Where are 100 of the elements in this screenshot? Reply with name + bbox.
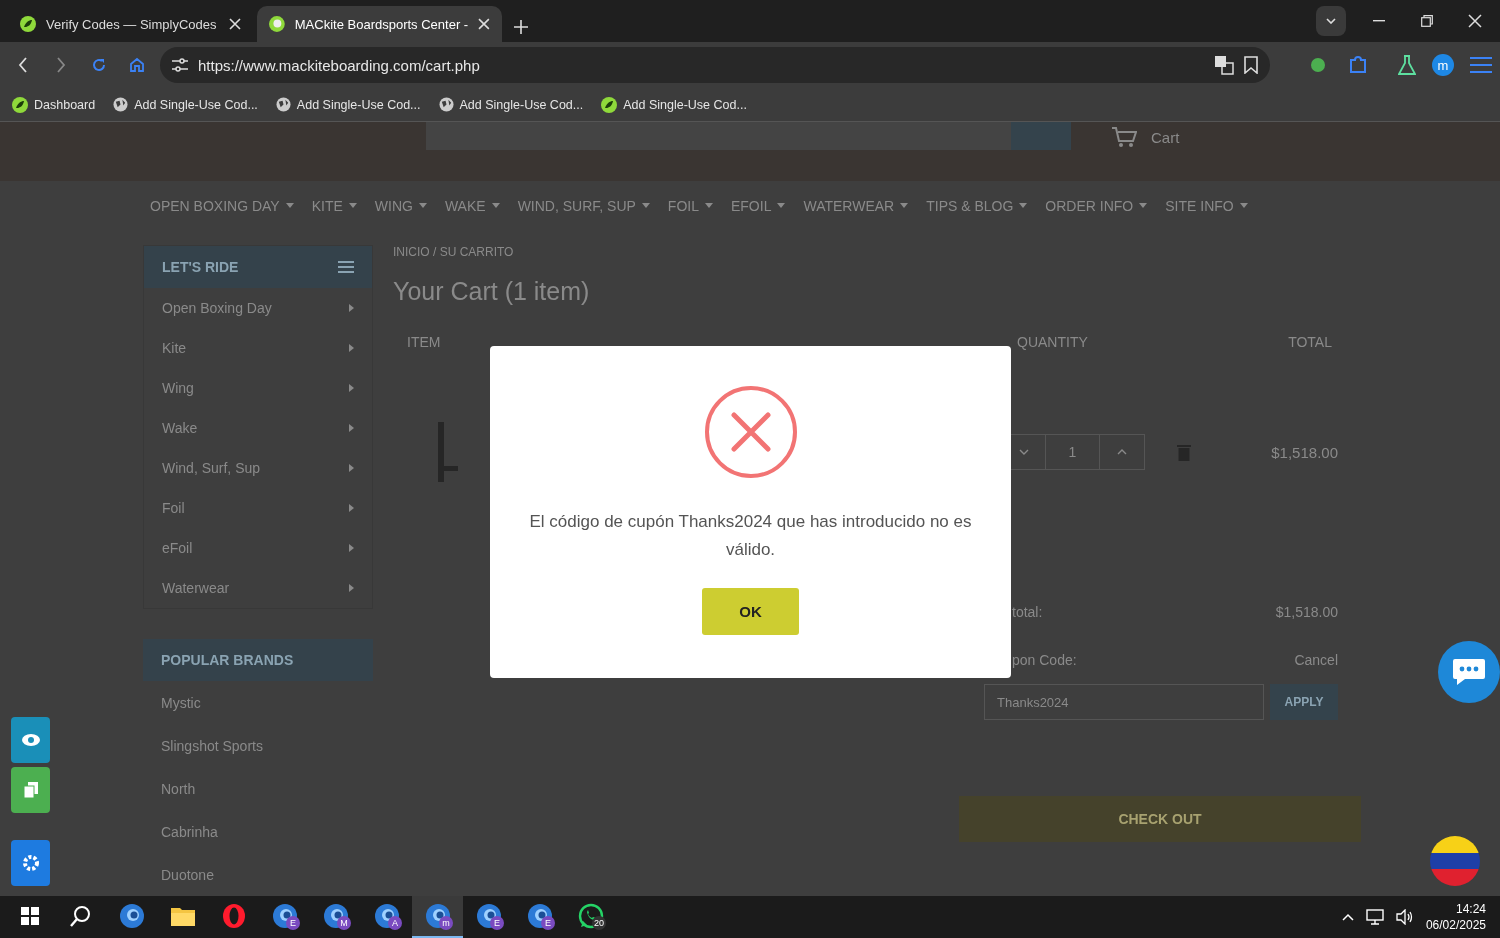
category-item[interactable]: Foil xyxy=(162,500,185,516)
category-item[interactable]: eFoil xyxy=(162,540,193,556)
caret-icon xyxy=(418,203,427,209)
nav-menu-item[interactable]: KITE xyxy=(311,197,343,214)
eye-button[interactable] xyxy=(11,717,50,763)
cart-link[interactable]: Cart xyxy=(1151,128,1180,146)
category-item[interactable]: Open Boxing Day xyxy=(162,300,272,316)
taskbar-app[interactable]: A xyxy=(361,896,412,938)
plus-icon[interactable] xyxy=(514,20,528,34)
reload-icon[interactable] xyxy=(91,57,107,73)
minimize-icon[interactable] xyxy=(1373,20,1385,22)
app-badge: m xyxy=(439,916,453,930)
close-icon[interactable] xyxy=(478,18,490,30)
settings-button[interactable] xyxy=(11,840,50,886)
site-settings-icon[interactable] xyxy=(172,58,188,72)
leaf-icon xyxy=(20,16,36,32)
nav-menu-item[interactable]: WAKE xyxy=(444,197,486,214)
category-title: LET'S RIDE xyxy=(162,259,239,275)
nav-menu-item[interactable]: WATERWEAR xyxy=(803,197,895,214)
nav-menu-item[interactable]: WIND, SURF, SUP xyxy=(517,197,636,214)
menu-icon[interactable] xyxy=(338,261,354,273)
triangle-right-icon xyxy=(349,344,354,352)
volume-icon[interactable] xyxy=(1395,909,1414,925)
brand-link[interactable]: Slingshot Sports xyxy=(143,724,373,767)
caret-icon xyxy=(705,203,713,209)
cancel-link[interactable]: Cancel xyxy=(1294,652,1338,668)
taskbar-app[interactable]: E xyxy=(514,896,565,938)
nav-menu-item[interactable]: FOIL xyxy=(667,197,699,214)
caret-icon xyxy=(1239,203,1248,209)
brand-link[interactable]: North xyxy=(143,767,373,810)
app-badge: E xyxy=(541,916,555,930)
restore-icon[interactable] xyxy=(1421,15,1433,27)
network-icon[interactable] xyxy=(1365,909,1384,925)
column-header: TOTAL xyxy=(1287,334,1333,350)
profile-avatar[interactable]: m xyxy=(1432,54,1454,76)
checkout-button[interactable]: CHECK OUT xyxy=(959,796,1361,842)
bookmark-item[interactable]: Add Single-Use Cod... xyxy=(113,97,258,112)
close-icon[interactable] xyxy=(229,18,241,30)
category-item[interactable]: Kite xyxy=(162,340,187,356)
forward-icon[interactable] xyxy=(56,57,66,73)
clock[interactable]: 14:24 06/02/2025 xyxy=(1425,901,1486,933)
ok-button[interactable]: OK xyxy=(702,588,799,635)
taskbar-app[interactable]: M xyxy=(310,896,361,938)
bookmark-item[interactable]: Dashboard xyxy=(12,96,96,113)
browser-tab[interactable]: MACkite Boardsports Center - xyxy=(257,6,502,42)
app-badge: E xyxy=(490,916,504,930)
triangle-right-icon xyxy=(349,464,354,472)
browser-tab[interactable]: Verify Codes — SimplyCodes xyxy=(8,6,253,42)
back-icon[interactable] xyxy=(18,57,28,73)
taskbar-app[interactable]: E xyxy=(259,896,310,938)
cart-title: Your Cart (1 item) xyxy=(393,277,590,306)
triangle-right-icon xyxy=(349,504,354,512)
apply-button[interactable]: APPLY xyxy=(1270,684,1338,720)
tab-search-button[interactable] xyxy=(1316,6,1346,36)
category-item[interactable]: Wake xyxy=(162,420,198,436)
eye-icon xyxy=(20,733,41,747)
home-icon[interactable] xyxy=(129,57,145,73)
browser-icon xyxy=(118,903,145,929)
app-badge: A xyxy=(388,916,402,930)
caret-icon xyxy=(641,203,650,209)
breadcrumb[interactable]: INICIO / SU CARRITO xyxy=(393,245,514,259)
category-item[interactable]: Wind, Surf, Sup xyxy=(162,460,261,476)
nav-menu-item[interactable]: ORDER INFO xyxy=(1045,197,1134,214)
address-bar[interactable]: https://www.mackiteboarding.com/cart.php xyxy=(160,47,1270,83)
opera-icon xyxy=(221,904,246,928)
copy-button[interactable] xyxy=(11,767,50,813)
bookmark-item[interactable]: Add Single-Use Cod... xyxy=(438,97,584,112)
bookmark-item[interactable]: Add Single-Use Cod... xyxy=(275,97,421,112)
nav-menu-item[interactable]: EFOIL xyxy=(731,197,772,214)
coupon-field[interactable]: Thanks2024 xyxy=(984,684,1264,720)
brand-link[interactable]: Mystic xyxy=(143,681,373,724)
brand-link[interactable]: Duotone xyxy=(143,853,373,896)
menu-icon[interactable] xyxy=(1470,57,1492,73)
search-field[interactable] xyxy=(426,122,1071,150)
error-icon xyxy=(704,386,797,478)
flask-icon[interactable] xyxy=(1398,55,1416,75)
taskbar-app[interactable]: 20 xyxy=(565,896,616,938)
leaf-icon xyxy=(12,96,28,113)
cart-icon[interactable] xyxy=(1111,126,1137,148)
column-header: QUANTITY xyxy=(1016,334,1089,350)
nav-menu-item[interactable]: OPEN BOXING DAY xyxy=(150,197,280,214)
folder-icon xyxy=(170,906,195,926)
category-item[interactable]: Waterwear xyxy=(162,580,230,596)
nav-menu-item[interactable]: TIPS & BLOG xyxy=(926,197,1014,214)
nav-menu-item[interactable]: SITE INFO xyxy=(1165,197,1234,214)
close-icon[interactable] xyxy=(1468,14,1482,28)
app-badge: M xyxy=(337,916,351,930)
globe-icon xyxy=(438,97,454,112)
chevron-down-icon[interactable] xyxy=(1018,449,1029,455)
taskbar-app[interactable]: E xyxy=(463,896,514,938)
nav-menu-item[interactable]: WING xyxy=(374,197,413,214)
bookmark-icon[interactable] xyxy=(1244,56,1258,74)
translate-icon[interactable] xyxy=(1214,55,1234,75)
taskbar-app[interactable]: m xyxy=(412,896,463,938)
flag-icon[interactable] xyxy=(1430,836,1480,886)
brand-link[interactable]: Cabrinha xyxy=(143,810,373,853)
bookmark-item[interactable]: Add Single-Use Cod... xyxy=(601,96,747,113)
search-icon[interactable] xyxy=(69,905,92,927)
windows-icon[interactable] xyxy=(20,907,39,925)
category-item[interactable]: Wing xyxy=(162,380,194,396)
